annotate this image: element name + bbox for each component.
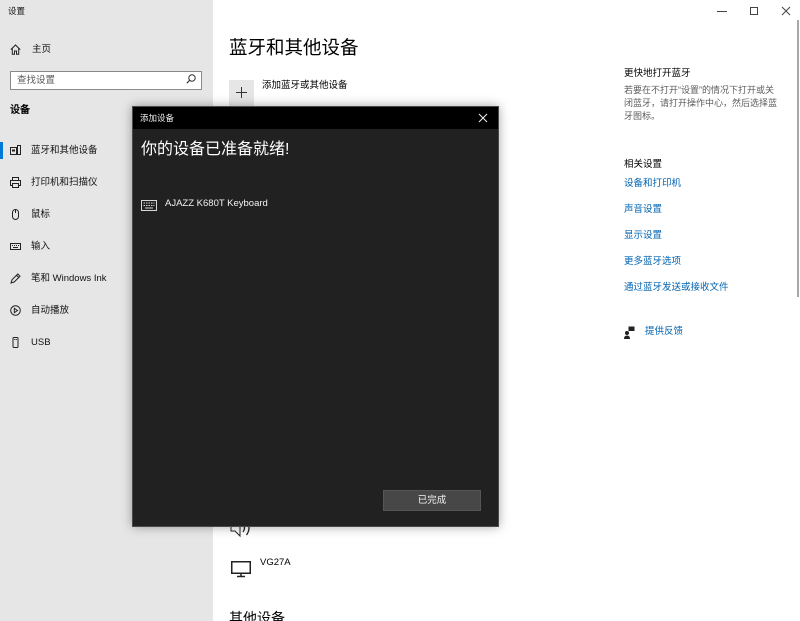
sidebar-item-label: 蓝牙和其他设备 [31,145,98,156]
usb-icon [10,337,21,348]
quick-bluetooth-description: 若要在不打开“设置”的情况下打开或关 [624,85,774,95]
paired-device-name: AJAZZ K680T Keyboard [165,198,268,209]
section-title-devices: 设备 [10,105,30,116]
add-device-dialog: 添加设备 你的设备已准备就绪! AJAZZ K680T Keyboard 已完成 [132,106,499,527]
window-title: 设置 [8,6,26,16]
monitor-icon [231,561,251,578]
sidebar-item-label: 自动播放 [31,305,70,316]
page-title: 蓝牙和其他设备 [229,37,359,58]
add-device-button[interactable]: 添加蓝牙或其他设备 [229,80,439,106]
feedback-icon [624,326,635,339]
sidebar-home-label: 主页 [32,44,52,55]
sidebar-item-label: USB [31,337,51,348]
quick-bluetooth-description: 牙图标。 [624,111,661,121]
sidebar-item-label: 笔和 Windows Ink [31,273,107,284]
done-button[interactable]: 已完成 [383,490,481,511]
maximize-icon[interactable] [744,4,764,18]
link-display-settings[interactable]: 显示设置 [624,229,662,243]
quick-bluetooth-description: 闭蓝牙，请打开操作中心，然后选择蓝 [624,98,778,108]
sidebar-item-label: 输入 [31,241,51,252]
quick-bluetooth-title: 更快地打开蓝牙 [624,68,691,79]
mouse-icon [10,209,21,220]
pen-icon [10,273,21,284]
device-name: VG27A [260,557,291,568]
paired-device-item: AJAZZ K680T Keyboard [141,197,341,211]
search-input[interactable] [10,71,202,90]
close-icon[interactable] [478,113,488,123]
search-box[interactable] [10,70,202,90]
sidebar-item-label: 鼠标 [31,209,51,220]
link-bluetooth-file-transfer[interactable]: 通过蓝牙发送或接收文件 [624,281,729,295]
search-icon[interactable] [186,74,196,84]
sidebar-home[interactable]: 主页 [0,41,213,58]
link-sound-settings[interactable]: 声音设置 [624,203,662,217]
scrollbar-thumb[interactable] [797,20,799,297]
add-device-label: 添加蓝牙或其他设备 [262,80,348,91]
dialog-heading: 你的设备已准备就绪! [141,141,290,158]
home-icon [10,44,21,55]
other-devices-heading: 其他设备 [229,610,285,621]
printer-icon [10,177,21,188]
devices-icon [10,145,21,156]
device-item-monitor[interactable]: VG27A [229,556,379,580]
keyboard-icon [141,200,157,211]
link-devices-printers[interactable]: 设备和打印机 [624,177,681,191]
close-icon[interactable] [776,4,796,18]
link-more-bluetooth-options[interactable]: 更多蓝牙选项 [624,255,681,269]
dialog-title: 添加设备 [140,113,175,123]
feedback-label: 提供反馈 [645,326,684,337]
sidebar-item-label: 打印机和扫描仪 [31,177,98,188]
plus-icon [229,80,254,106]
related-settings-title: 相关设置 [624,159,663,170]
autoplay-icon [10,305,21,316]
keyboard-icon [10,241,21,252]
minimize-icon[interactable] [712,4,732,18]
feedback-link[interactable]: 提供反馈 [624,325,704,339]
dialog-titlebar[interactable]: 添加设备 [133,107,498,129]
